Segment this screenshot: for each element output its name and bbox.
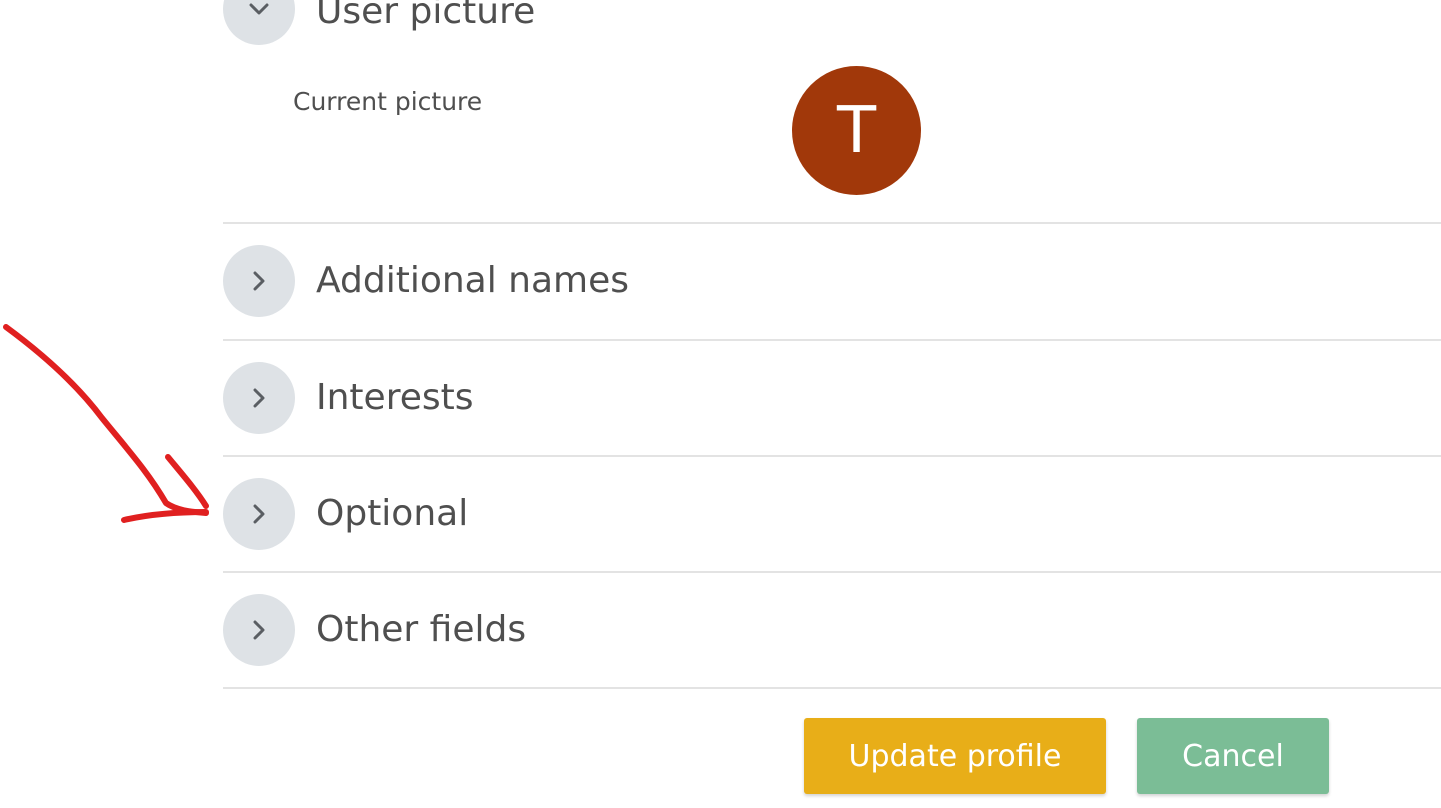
current-picture-label: Current picture	[293, 87, 483, 116]
section-divider	[223, 455, 1441, 457]
section-divider	[223, 222, 1441, 224]
section-title-interests[interactable]: Interests	[316, 376, 473, 420]
expand-optional-toggle[interactable]	[223, 478, 295, 550]
chevron-right-icon	[253, 504, 265, 524]
section-divider	[223, 687, 1441, 689]
cancel-button[interactable]: Cancel	[1137, 718, 1329, 794]
expand-interests-toggle[interactable]	[223, 362, 295, 434]
chevron-right-icon	[253, 388, 265, 408]
expand-other-fields-toggle[interactable]	[223, 594, 295, 666]
section-title-additional-names[interactable]: Additional names	[316, 259, 629, 303]
section-divider	[223, 339, 1441, 341]
collapse-user-picture-toggle[interactable]	[223, 0, 295, 45]
chevron-down-icon	[249, 3, 269, 15]
section-title-other-fields[interactable]: Other fields	[316, 608, 526, 652]
expand-additional-names-toggle[interactable]	[223, 245, 295, 317]
update-profile-button[interactable]: Update profile	[804, 718, 1106, 794]
annotation-arrow-icon	[3, 324, 209, 523]
section-divider	[223, 571, 1441, 573]
chevron-right-icon	[253, 271, 265, 291]
section-title-user-picture[interactable]: User picture	[316, 0, 535, 34]
section-title-optional[interactable]: Optional	[316, 492, 468, 536]
avatar: T	[792, 66, 921, 195]
chevron-right-icon	[253, 620, 265, 640]
